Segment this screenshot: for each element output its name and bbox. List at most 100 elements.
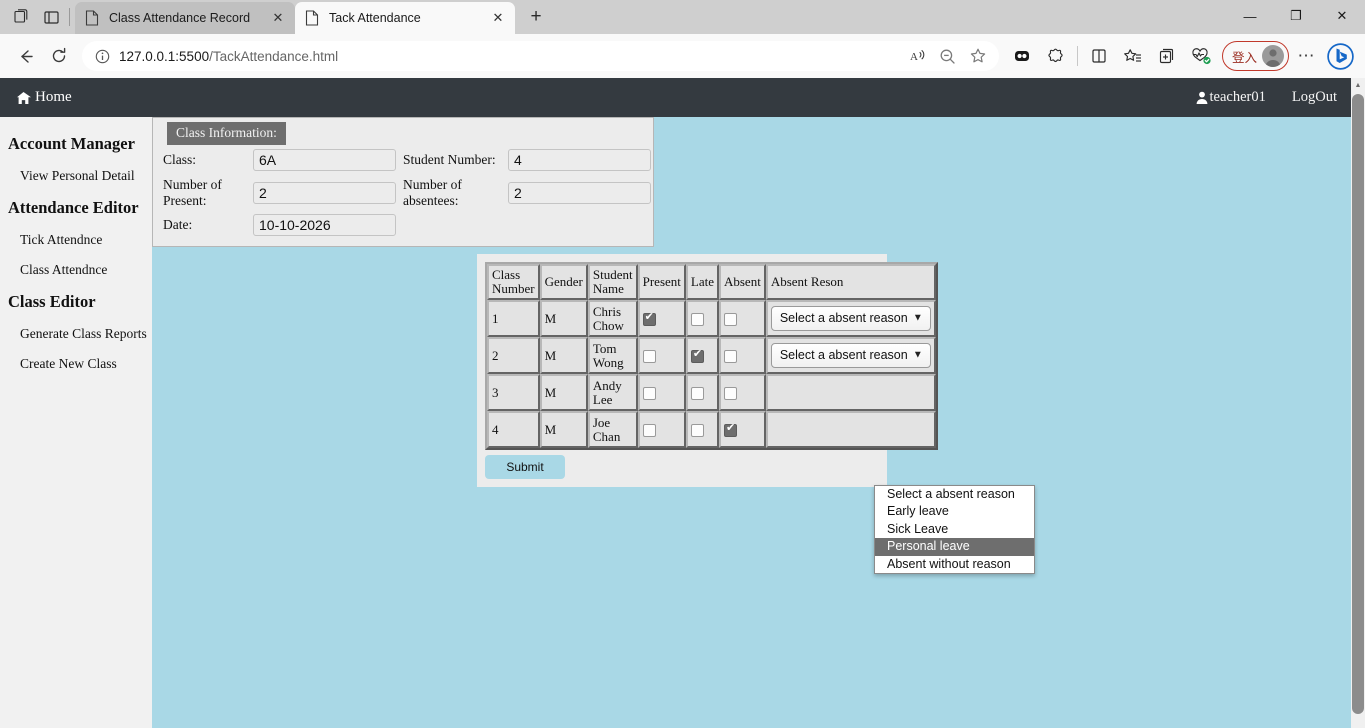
- scroll-up-icon[interactable]: ▲: [1351, 78, 1365, 92]
- split-screen-icon[interactable]: [36, 2, 66, 32]
- minimize-icon[interactable]: —: [1227, 0, 1273, 32]
- url-host: 127.0.0.1:5500: [119, 48, 210, 64]
- new-tab-button[interactable]: +: [521, 3, 551, 31]
- window-controls: — ❐ ✕: [1227, 0, 1365, 32]
- late-checkbox[interactable]: [690, 312, 704, 326]
- cell-absent-reason: Select a absent reason ▼: [765, 411, 936, 449]
- late-checkbox[interactable]: [690, 348, 704, 363]
- tab-title: Tack Attendance: [329, 11, 421, 25]
- site-info-icon[interactable]: [92, 46, 112, 66]
- close-icon[interactable]: ✕: [269, 9, 287, 27]
- omnibox-actions: A: [903, 40, 993, 72]
- main-content: Class Information: Class: Student Number…: [152, 117, 1351, 728]
- back-icon[interactable]: [8, 40, 42, 72]
- absent-checkbox[interactable]: [723, 422, 737, 437]
- cell-present: [637, 411, 686, 449]
- cell-absent: [718, 300, 766, 338]
- scrollbar-thumb[interactable]: [1352, 94, 1364, 714]
- cell-absent-reason: Select a absent reason ▼: [765, 300, 936, 338]
- cell-late: [685, 411, 719, 449]
- close-window-icon[interactable]: ✕: [1319, 0, 1365, 32]
- nav-user-label: teacher01: [1209, 89, 1266, 105]
- browser-tab-1[interactable]: Class Attendance Record ✕: [75, 2, 295, 34]
- favorite-star-icon[interactable]: [963, 40, 993, 72]
- read-aloud-icon[interactable]: A: [903, 40, 933, 72]
- date-input[interactable]: [253, 214, 396, 237]
- late-checkbox[interactable]: [690, 386, 704, 400]
- sidebar-item-tick-attendance[interactable]: Tick Attendnce: [0, 225, 152, 255]
- collections-add-icon[interactable]: [1150, 40, 1184, 72]
- column-class-number: Class Number: [487, 264, 540, 301]
- cell-class-number: 1: [487, 300, 540, 338]
- attendance-table-panel: Class Number Gender Student Name Present…: [477, 254, 938, 488]
- absent-checkbox[interactable]: [723, 312, 737, 326]
- cell-gender: M: [539, 411, 588, 449]
- sidebar-heading-account-manager: Account Manager: [8, 134, 135, 153]
- page-viewport: Home teacher01 LogOut Account Manager Vi…: [0, 78, 1365, 728]
- maximize-icon[interactable]: ❐: [1273, 0, 1319, 32]
- absent-reason-select[interactable]: Select a absent reason ▼: [770, 343, 931, 369]
- address-bar[interactable]: 127.0.0.1:5500/TackAttendance.html A: [82, 41, 999, 71]
- dropdown-option-absent-without-reason[interactable]: Absent without reason: [875, 556, 1034, 573]
- reload-icon[interactable]: [42, 40, 76, 72]
- chevron-down-icon: ▼: [912, 349, 923, 361]
- nav-home-link[interactable]: Home: [16, 89, 72, 106]
- dropdown-option-early-leave[interactable]: Early leave: [875, 503, 1034, 520]
- column-gender: Gender: [539, 264, 588, 301]
- absent-checkbox[interactable]: [723, 349, 737, 363]
- present-checkbox[interactable]: [642, 349, 656, 363]
- split-pane-icon[interactable]: [1082, 40, 1116, 72]
- cell-gender: M: [539, 337, 588, 375]
- class-information-grid: Class: Student Number: Number of Present…: [163, 149, 651, 237]
- page-icon: [305, 10, 321, 26]
- sidebar-item-class-attendance[interactable]: Class Attendnce: [0, 255, 152, 285]
- home-icon: [16, 91, 31, 105]
- tab-strip: Class Attendance Record ✕ Tack Attendanc…: [0, 0, 1365, 34]
- student-number-input[interactable]: [508, 149, 651, 171]
- cell-class-number: 3: [487, 374, 540, 412]
- favorites-list-icon[interactable]: [1116, 40, 1150, 72]
- present-checkbox[interactable]: [642, 311, 656, 326]
- tab-actions-icon[interactable]: [6, 2, 36, 32]
- number-of-absentees-input[interactable]: [508, 181, 651, 204]
- number-of-present-input[interactable]: [253, 181, 396, 204]
- sidebar-item-generate-class-reports[interactable]: Generate Class Reports: [0, 319, 152, 349]
- late-checkbox[interactable]: [690, 423, 704, 437]
- page-icon: [85, 10, 101, 26]
- url-path: /TackAttendance.html: [209, 48, 339, 64]
- zoom-out-icon[interactable]: [933, 40, 963, 72]
- nav-user[interactable]: teacher01: [1196, 89, 1266, 106]
- cell-class-number: 2: [487, 337, 540, 375]
- absent-reason-dropdown[interactable]: Select a absent reason Early leave Sick …: [874, 485, 1035, 574]
- cell-class-number: 4: [487, 411, 540, 449]
- dropdown-option-select-a-absent-reason[interactable]: Select a absent reason: [875, 486, 1034, 503]
- table-header-row: Class Number Gender Student Name Present…: [487, 264, 936, 301]
- browser-essentials-icon[interactable]: [1184, 40, 1218, 72]
- attendance-table: Class Number Gender Student Name Present…: [485, 262, 938, 451]
- browser-tab-2[interactable]: Tack Attendance ✕: [295, 2, 515, 34]
- sidebar-item-create-new-class[interactable]: Create New Class: [0, 349, 152, 379]
- present-checkbox[interactable]: [642, 386, 656, 400]
- submit-button[interactable]: Submit: [485, 455, 565, 480]
- absent-reason-select[interactable]: Select a absent reason ▼: [770, 306, 931, 332]
- close-icon[interactable]: ✕: [489, 9, 507, 27]
- toolbar-divider: [1076, 46, 1078, 66]
- dropdown-option-personal-leave[interactable]: Personal leave: [875, 538, 1034, 556]
- label-number-of-present: Number of Present:: [163, 177, 222, 208]
- copilot-icon[interactable]: [1039, 40, 1073, 72]
- absent-checkbox[interactable]: [723, 386, 737, 400]
- bing-copilot-icon[interactable]: [1323, 42, 1357, 70]
- signin-button[interactable]: 登入: [1221, 41, 1289, 71]
- cell-student-name: Chris Chow: [587, 300, 638, 338]
- cell-absent-reason: Select a absent reason ▼: [765, 374, 936, 412]
- present-checkbox[interactable]: [642, 423, 656, 437]
- dropdown-option-sick-leave[interactable]: Sick Leave: [875, 521, 1034, 538]
- page-scrollbar[interactable]: ▲: [1351, 78, 1365, 728]
- sidebar-item-view-personal-detail[interactable]: View Personal Detail: [0, 161, 152, 191]
- cell-gender: M: [539, 374, 588, 412]
- nav-logout-link[interactable]: LogOut: [1292, 89, 1337, 106]
- user-icon: [1196, 91, 1208, 104]
- more-options-icon[interactable]: ⋯: [1289, 40, 1323, 72]
- extension-split-icon[interactable]: [1005, 40, 1039, 72]
- class-input[interactable]: [253, 149, 396, 171]
